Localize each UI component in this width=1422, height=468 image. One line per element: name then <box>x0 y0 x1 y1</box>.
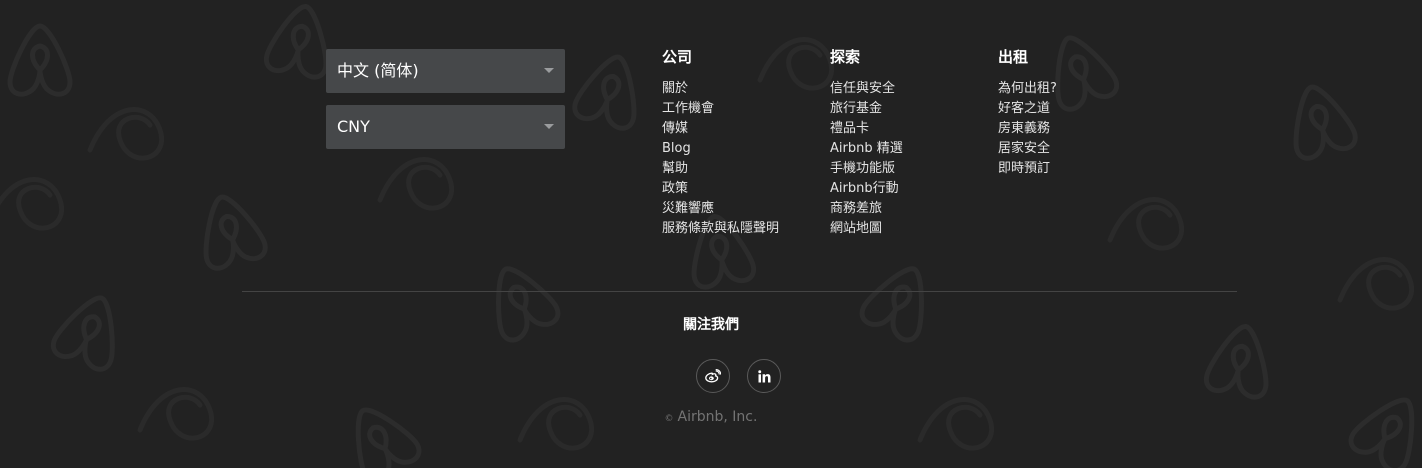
language-select[interactable]: 中文 (简体) <box>326 49 565 93</box>
footer-column-host: 出租 為何出租? 好客之道 房東義務 居家安全 即時預訂 <box>998 47 1057 179</box>
footer-link-disaster-response[interactable]: 災難響應 <box>662 199 779 219</box>
footer-column-company: 公司 關於 工作機會 傳媒 Blog 幫助 政策 災難響應 服務條款與私隱聲明 <box>662 47 779 239</box>
link-list-explore: 信任與安全 旅行基金 禮品卡 Airbnb 精選 手機功能版 Airbnb行動 … <box>830 79 903 239</box>
footer-link-sitemap[interactable]: 網站地圖 <box>830 219 903 239</box>
footer-link-mobile[interactable]: 手機功能版 <box>830 159 903 179</box>
link-list-company: 關於 工作機會 傳媒 Blog 幫助 政策 災難響應 服務條款與私隱聲明 <box>662 79 779 239</box>
footer-divider <box>242 291 1237 292</box>
footer-link-careers[interactable]: 工作機會 <box>662 99 779 119</box>
footer-link-home-safety[interactable]: 居家安全 <box>998 139 1057 159</box>
column-heading-explore: 探索 <box>830 48 861 66</box>
footer-link-press[interactable]: 傳媒 <box>662 119 779 139</box>
follow-us-heading: 關注我們 <box>683 317 739 333</box>
copyright-symbol: © <box>664 414 674 424</box>
column-heading-company: 公司 <box>662 48 693 66</box>
footer-link-terms-privacy[interactable]: 服務條款與私隱聲明 <box>662 219 779 239</box>
footer-link-policies[interactable]: 政策 <box>662 179 779 199</box>
footer-link-airbnb-picks[interactable]: Airbnb 精選 <box>830 139 903 159</box>
column-heading-host: 出租 <box>998 48 1029 66</box>
footer-link-airbnb-action[interactable]: Airbnb行動 <box>830 179 903 199</box>
currency-select-value: CNY <box>337 117 370 136</box>
site-footer: 中文 (简体) CNY 公司 關於 工作機會 傳媒 Blog 幫助 政策 災難響… <box>0 0 1422 468</box>
weibo-link[interactable] <box>696 359 730 393</box>
copyright-notice: © Airbnb, Inc. <box>0 407 1422 429</box>
footer-link-instant-book[interactable]: 即時預訂 <box>998 159 1057 179</box>
footer-link-hospitality[interactable]: 好客之道 <box>998 99 1057 119</box>
copyright-text: Airbnb, Inc. <box>677 409 758 425</box>
weibo-icon <box>705 369 721 383</box>
footer-link-about[interactable]: 關於 <box>662 79 779 99</box>
footer-link-why-host[interactable]: 為何出租? <box>998 79 1057 99</box>
footer-link-business-travel[interactable]: 商務差旅 <box>830 199 903 219</box>
currency-select[interactable]: CNY <box>326 105 565 149</box>
footer-link-blog[interactable]: Blog <box>662 139 779 159</box>
footer-column-explore: 探索 信任與安全 旅行基金 禮品卡 Airbnb 精選 手機功能版 Airbnb… <box>830 47 903 239</box>
link-list-host: 為何出租? 好客之道 房東義務 居家安全 即時預訂 <box>998 79 1057 179</box>
language-select-value: 中文 (简体) <box>337 61 419 80</box>
footer-link-host-responsibilities[interactable]: 房東義務 <box>998 119 1057 139</box>
chevron-down-icon <box>544 124 554 129</box>
footer-link-trust-safety[interactable]: 信任與安全 <box>830 79 903 99</box>
footer-link-travel-credit[interactable]: 旅行基金 <box>830 99 903 119</box>
linkedin-link[interactable] <box>747 359 781 393</box>
footer-link-gift-cards[interactable]: 禮品卡 <box>830 119 903 139</box>
linkedin-icon <box>757 369 770 382</box>
chevron-down-icon <box>544 68 554 73</box>
footer-link-help[interactable]: 幫助 <box>662 159 779 179</box>
